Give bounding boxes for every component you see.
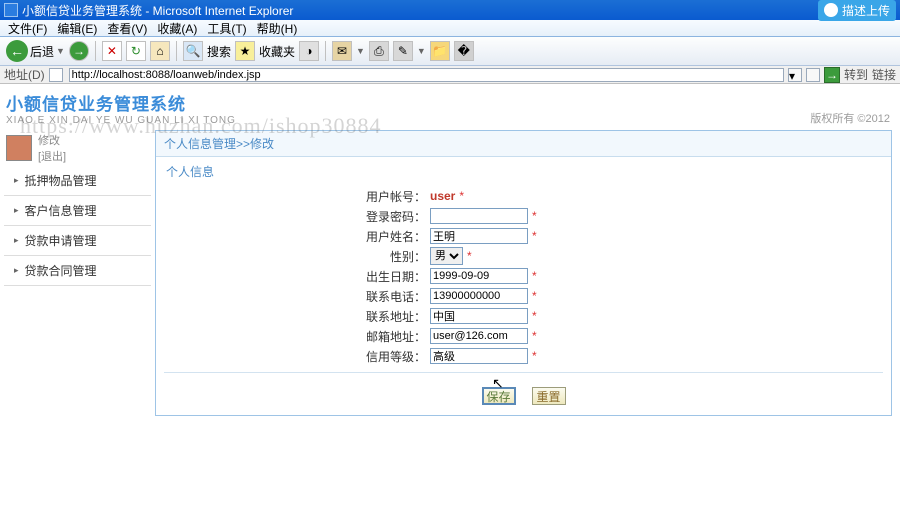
links-label[interactable]: 链接 [872, 66, 896, 83]
phone-label: 联系电话： [356, 288, 426, 305]
sidebar-item-label: 贷款合同管理 [25, 262, 97, 279]
sidebar-item-label: 贷款申请管理 [25, 232, 97, 249]
toolbar: ← 后退 ▼ → ✕ ↻ ⌂ 🔍 搜索 ★ 收藏夹 ◑ ✉ ▼ ⎙ ✎ ▼ 📁 … [0, 37, 900, 66]
dropdown-icon[interactable]: ▾ [788, 68, 802, 82]
account-label: 用户帐号： [356, 188, 426, 205]
credit-input[interactable] [430, 348, 528, 364]
required-mark: * [532, 309, 537, 323]
required-mark: * [532, 229, 537, 243]
menu-help[interactable]: 帮助(H) [253, 19, 302, 38]
birth-label: 出生日期： [356, 268, 426, 285]
app-header: 小额信贷业务管理系统 XIAO E XIN DAI YE WU GUAN LI … [0, 84, 900, 126]
account-value: user [430, 189, 455, 203]
folder-button[interactable]: 📁 [430, 41, 450, 61]
chevron-down-icon: ▼ [356, 46, 365, 56]
chevron-down-icon: ▼ [56, 46, 65, 56]
chevron-down-icon: ▼ [417, 46, 426, 56]
cloud-upload-label: 描述上传 [842, 2, 890, 19]
required-mark: * [459, 189, 464, 203]
required-mark: * [532, 269, 537, 283]
home-button[interactable]: ⌂ [150, 41, 170, 61]
required-mark: * [467, 249, 472, 263]
user-box: 修改 [退出] [4, 130, 151, 166]
nav-forward-button[interactable]: → [69, 41, 89, 61]
address-label: 地址(D) [4, 66, 45, 83]
sidebar-item-label: 客户信息管理 [25, 202, 97, 219]
name-input[interactable] [430, 228, 528, 244]
app-title: 小额信贷业务管理系统 [6, 90, 894, 115]
favorites-label[interactable]: 收藏夹 [259, 43, 295, 60]
url-input[interactable] [69, 68, 784, 82]
menu-file[interactable]: 文件(F) [4, 19, 51, 38]
address-label: 联系地址： [356, 308, 426, 325]
required-mark: * [532, 209, 537, 223]
password-label: 登录密码： [356, 208, 426, 225]
breadcrumb: 个人信息管理>>修改 [156, 131, 891, 157]
divider [164, 372, 883, 373]
toolbar-separator [325, 41, 326, 61]
sidebar-item-label: 抵押物品管理 [25, 172, 97, 189]
email-label: 邮箱地址： [356, 328, 426, 345]
favorites-icon: ★ [235, 41, 255, 61]
history-button[interactable]: ◑ [299, 41, 319, 61]
gender-select[interactable]: 男 [430, 247, 463, 265]
edit-button[interactable]: ✎ [393, 41, 413, 61]
birth-input[interactable] [430, 268, 528, 284]
required-mark: * [532, 329, 537, 343]
content-panel: 个人信息管理>>修改 个人信息 用户帐号： user * 登录密码： * 用户姓… [155, 130, 892, 416]
page-icon [49, 68, 63, 82]
profile-form: 用户帐号： user * 登录密码： * 用户姓名： * 性别： 男 * [356, 186, 891, 366]
email-input[interactable] [430, 328, 528, 344]
menu-edit[interactable]: 编辑(E) [53, 19, 101, 38]
avatar [6, 135, 32, 161]
messenger-button[interactable]: � [454, 41, 474, 61]
menubar: 文件(F) 编辑(E) 查看(V) 收藏(A) 工具(T) 帮助(H) [0, 20, 900, 37]
cloud-icon [824, 3, 838, 17]
logout-link[interactable]: [退出] [38, 148, 66, 164]
password-input[interactable] [430, 208, 528, 224]
main-area: 修改 [退出] 抵押物品管理 客户信息管理 贷款申请管理 贷款合同管理 个人信息… [0, 126, 900, 416]
menu-favorites[interactable]: 收藏(A) [153, 19, 201, 38]
reset-button[interactable]: 重置 [532, 387, 566, 405]
vcard-icon[interactable] [806, 68, 820, 82]
copyright: 版权所有 ©2012 [810, 110, 890, 126]
ie-icon [4, 3, 18, 17]
search-label[interactable]: 搜索 [207, 43, 231, 60]
required-mark: * [532, 289, 537, 303]
refresh-button[interactable]: ↻ [126, 41, 146, 61]
sidebar-item-loan-contract[interactable]: 贷款合同管理 [4, 256, 151, 286]
save-button[interactable]: 保存 [482, 387, 516, 405]
cloud-upload-button[interactable]: 描述上传 [818, 0, 896, 21]
toolbar-separator [176, 41, 177, 61]
sidebar-item-customer[interactable]: 客户信息管理 [4, 196, 151, 226]
go-label: 转到 [844, 66, 868, 83]
user-modify-label[interactable]: 修改 [38, 132, 66, 148]
name-label: 用户姓名： [356, 228, 426, 245]
phone-input[interactable] [430, 288, 528, 304]
go-button[interactable]: → [824, 67, 840, 83]
sidebar-item-loan-apply[interactable]: 贷款申请管理 [4, 226, 151, 256]
sidebar: 修改 [退出] 抵押物品管理 客户信息管理 贷款申请管理 贷款合同管理 [0, 126, 155, 290]
credit-label: 信用等级： [356, 348, 426, 365]
stop-button[interactable]: ✕ [102, 41, 122, 61]
back-label: 后退 [30, 43, 54, 60]
nav-back-button[interactable]: ← 后退 ▼ [6, 40, 65, 62]
app-subtitle: XIAO E XIN DAI YE WU GUAN LI XI TONG [6, 115, 894, 126]
gender-label: 性别： [356, 248, 426, 265]
section-title: 个人信息 [156, 157, 891, 186]
sidebar-item-collateral[interactable]: 抵押物品管理 [4, 166, 151, 196]
toolbar-separator [95, 41, 96, 61]
back-arrow-icon: ← [6, 40, 28, 62]
print-button[interactable]: ⎙ [369, 41, 389, 61]
button-bar: 保存 重置 [156, 387, 891, 405]
window-title: 小额信贷业务管理系统 - Microsoft Internet Explorer [22, 2, 293, 19]
search-icon: 🔍 [183, 41, 203, 61]
window-titlebar: 小额信贷业务管理系统 - Microsoft Internet Explorer… [0, 0, 900, 20]
required-mark: * [532, 349, 537, 363]
mail-button[interactable]: ✉ [332, 41, 352, 61]
menu-tools[interactable]: 工具(T) [203, 19, 250, 38]
address-bar: 地址(D) ▾ → 转到 链接 [0, 66, 900, 84]
address-input[interactable] [430, 308, 528, 324]
menu-view[interactable]: 查看(V) [103, 19, 151, 38]
